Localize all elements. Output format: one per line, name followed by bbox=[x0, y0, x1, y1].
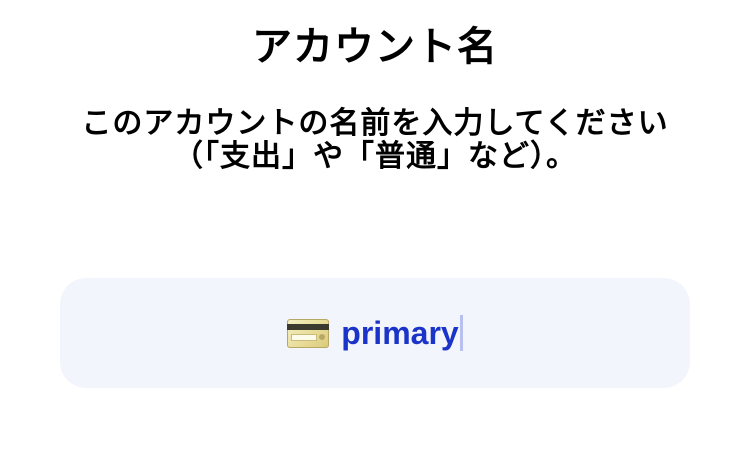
card-stripe bbox=[287, 323, 330, 330]
card-signature-strip bbox=[291, 333, 318, 341]
account-name-value[interactable]: primary bbox=[341, 313, 458, 353]
text-caret bbox=[459, 315, 463, 351]
instructions-text: このアカウントの名前を入力してください（「支出」や「普通」など）。 bbox=[81, 106, 669, 174]
credit-card-icon bbox=[287, 318, 330, 348]
account-name-input[interactable]: primary bbox=[60, 278, 690, 388]
card-logo-dot bbox=[319, 333, 326, 340]
page-title: アカウント名 bbox=[252, 24, 498, 70]
